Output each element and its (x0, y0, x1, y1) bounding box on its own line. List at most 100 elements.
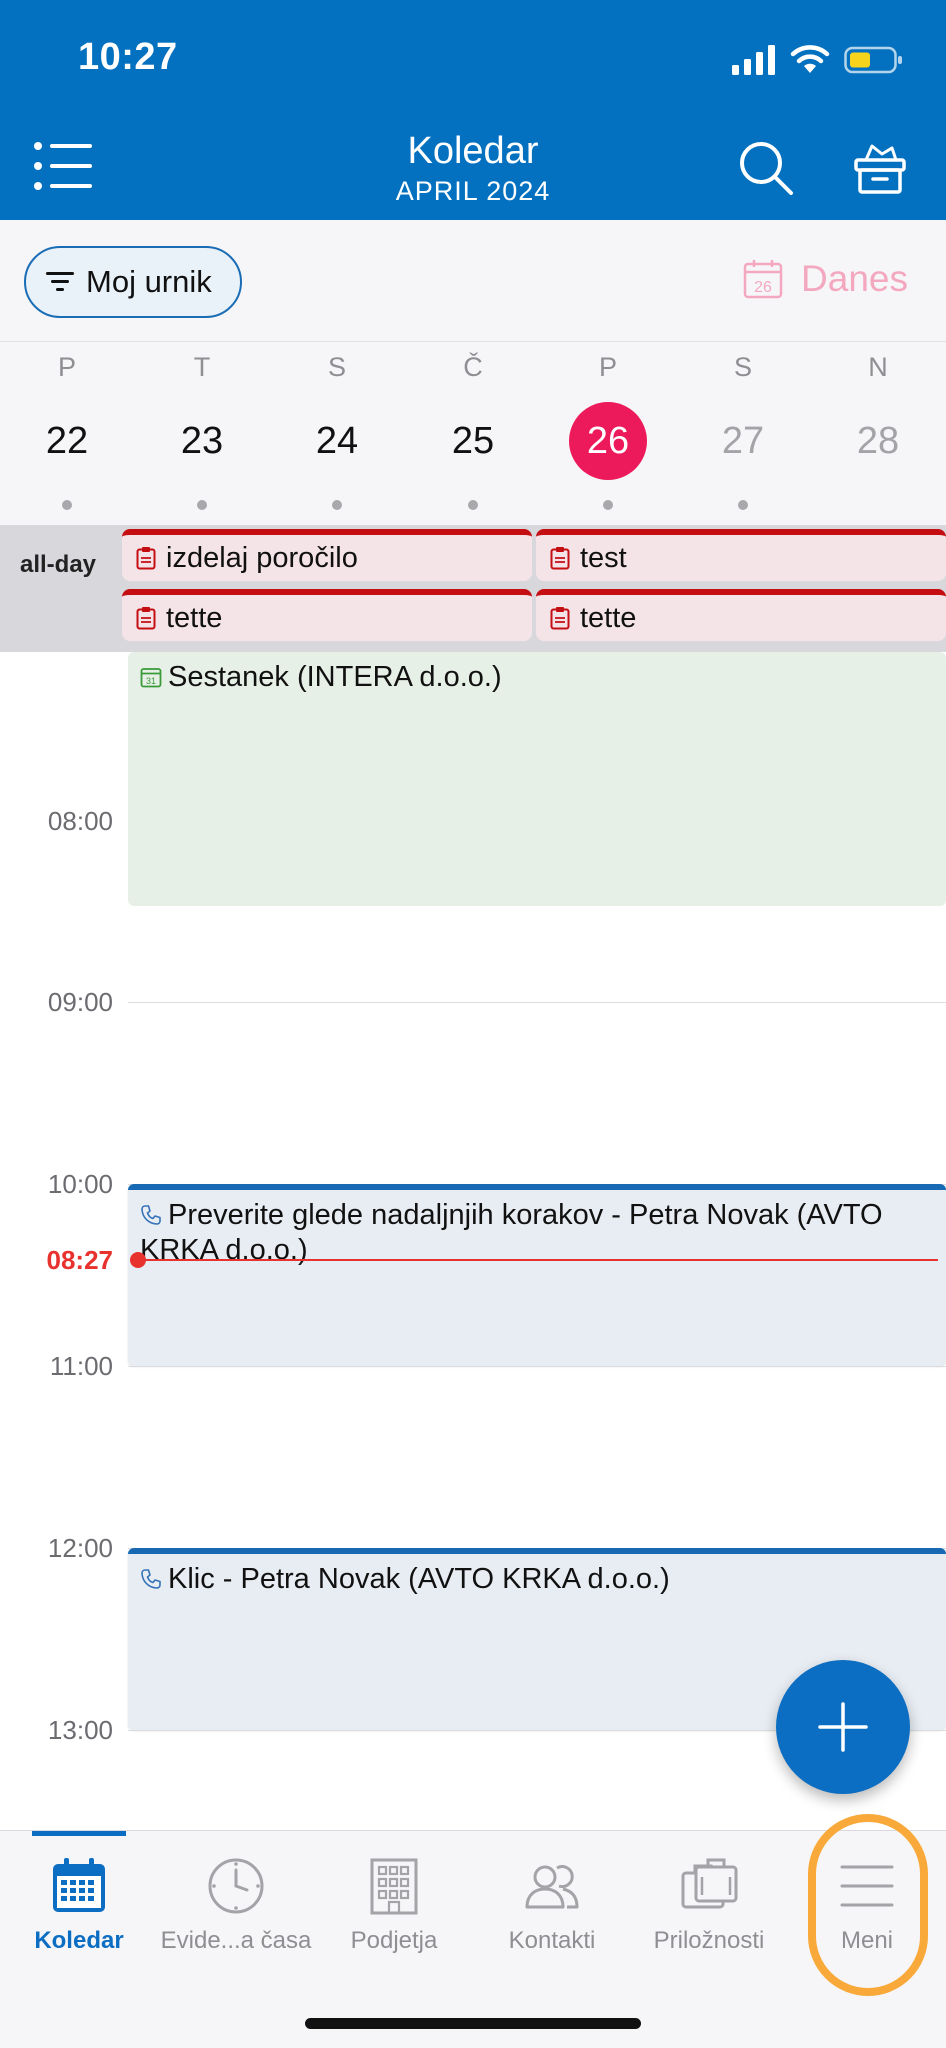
battery-icon (844, 46, 902, 74)
hour-divider (128, 1366, 946, 1367)
all-day-section: all-day izdelaj poročilo test tette tett… (0, 525, 946, 652)
hour-label: 13:00 (47, 1715, 113, 1745)
day-column-25[interactable]: Č 25 (413, 342, 533, 525)
day-number: 27 (721, 420, 765, 462)
svg-text:31: 31 (146, 676, 156, 686)
phone-icon (141, 1569, 161, 1589)
day-timeline[interactable]: 31 Sestanek (INTERA d.o.o.) 08:00 09:00 … (0, 652, 946, 1830)
tab-label: Evide...a časa (160, 1927, 312, 1954)
day-column-28[interactable]: N 28 (818, 342, 938, 525)
filter-label: Moj urnik (86, 264, 212, 299)
tab-label: Kontakti (508, 1927, 596, 1954)
day-column-22[interactable]: P 22 (7, 342, 127, 525)
status-icons (732, 40, 904, 80)
event-indicator-dot (197, 500, 207, 510)
day-number: 24 (315, 420, 359, 462)
today-icon-number: 26 (754, 279, 772, 296)
day-column-24[interactable]: S 24 (277, 342, 397, 525)
calendar-toolbar: Moj urnik 26 Danes (0, 220, 946, 342)
current-time-dot (130, 1252, 146, 1268)
current-time-label: 08:27 (46, 1245, 114, 1275)
event-indicator-dot (468, 500, 478, 510)
hour-label: 10:00 (47, 1169, 113, 1199)
tab-evidenca-casa[interactable]: Evide...a časa (157, 1831, 315, 1981)
day-column-26[interactable]: P 26 (548, 342, 668, 525)
building-icon (370, 1858, 418, 1915)
day-letter: P (598, 352, 617, 382)
search-button[interactable] (738, 140, 794, 196)
event-indicator-dot (738, 500, 748, 510)
plus-icon (818, 1702, 868, 1752)
day-column-23[interactable]: T 23 (142, 342, 262, 525)
archive-box-icon (854, 144, 906, 194)
event-title: test (580, 541, 627, 574)
all-day-event[interactable]: tette (536, 589, 946, 641)
clock-icon (208, 1858, 264, 1914)
task-clipboard-icon (550, 607, 570, 630)
event-title: Klic - Petra Novak (AVTO KRKA d.o.o.) (168, 1563, 670, 1595)
day-column-27[interactable]: S 27 (683, 342, 803, 525)
hour-divider (128, 1002, 946, 1003)
calendar-today-icon: 26 (743, 260, 783, 299)
event-indicator-dot (332, 500, 342, 510)
day-number: 22 (45, 420, 89, 462)
day-letter: S (733, 352, 752, 382)
event-title: Sestanek (INTERA d.o.o.) (168, 661, 502, 693)
day-number: 25 (451, 420, 495, 462)
all-day-event[interactable]: izdelaj poročilo (122, 529, 532, 581)
home-indicator (305, 2018, 641, 2029)
menu-highlight-ring (808, 1814, 928, 1996)
week-strip: P 22 T 23 S 24 Č 25 P 26 S 27 N 28 (0, 342, 946, 525)
app-header: 10:27 Koledar APRIL 2024 (0, 0, 946, 220)
event-indicator-dot (603, 500, 613, 510)
day-letter: Č (463, 352, 483, 382)
meeting-event[interactable]: 31 Sestanek (INTERA d.o.o.) (128, 652, 946, 906)
event-indicator-dot (62, 500, 72, 510)
calendar-event-icon: 31 (140, 668, 162, 688)
today-label: Danes (801, 258, 908, 299)
day-letter: T (193, 352, 211, 382)
task-clipboard-icon (550, 547, 570, 570)
all-day-label: all-day (20, 551, 97, 578)
status-time: 10:27 (78, 36, 178, 78)
tab-priloznosti[interactable]: Priložnosti (630, 1831, 788, 1981)
day-letter: N (868, 352, 888, 382)
hour-label: 08:00 (47, 806, 113, 836)
tab-label: Podjetja (350, 1927, 438, 1954)
call-event[interactable]: Preverite glede nadaljnjih korakov - Pet… (128, 1184, 946, 1366)
all-day-event[interactable]: test (536, 529, 946, 581)
hour-label: 11:00 (49, 1351, 113, 1381)
signal-icon (732, 45, 775, 75)
month-subtitle[interactable]: APRIL 2024 (0, 176, 946, 207)
task-clipboard-icon (136, 607, 156, 630)
calendar-icon (53, 1858, 105, 1912)
tab-koledar[interactable]: Koledar (0, 1831, 158, 1981)
add-event-button[interactable] (776, 1660, 910, 1794)
wifi-icon (790, 45, 830, 73)
briefcase-icon (681, 1858, 738, 1909)
tab-podjetja[interactable]: Podjetja (315, 1831, 473, 1981)
tab-label: Priložnosti (653, 1927, 765, 1954)
day-number: 28 (856, 420, 900, 462)
filter-icon (46, 272, 74, 291)
current-time-line (138, 1259, 938, 1261)
hour-label: 12:00 (47, 1533, 113, 1563)
search-icon (740, 142, 793, 195)
contacts-icon (525, 1865, 579, 1909)
event-title: tette (166, 601, 223, 634)
all-day-event[interactable]: tette (122, 589, 532, 641)
day-letter: P (57, 352, 76, 382)
page-title: Koledar (407, 130, 539, 172)
task-clipboard-icon (136, 547, 156, 570)
today-button[interactable]: 26 Danes (743, 258, 908, 300)
schedule-filter-button[interactable]: Moj urnik (24, 246, 242, 318)
selected-day-number: 26 (569, 402, 647, 480)
event-title: tette (580, 601, 637, 634)
tab-label: Koledar (34, 1927, 124, 1954)
archive-button[interactable] (852, 140, 908, 196)
phone-icon (141, 1205, 161, 1225)
tab-kontakti[interactable]: Kontakti (473, 1831, 631, 1981)
event-title: Preverite glede nadaljnjih korakov - Pet… (140, 1199, 883, 1266)
event-title: izdelaj poročilo (166, 541, 358, 574)
day-number: 23 (180, 420, 224, 462)
